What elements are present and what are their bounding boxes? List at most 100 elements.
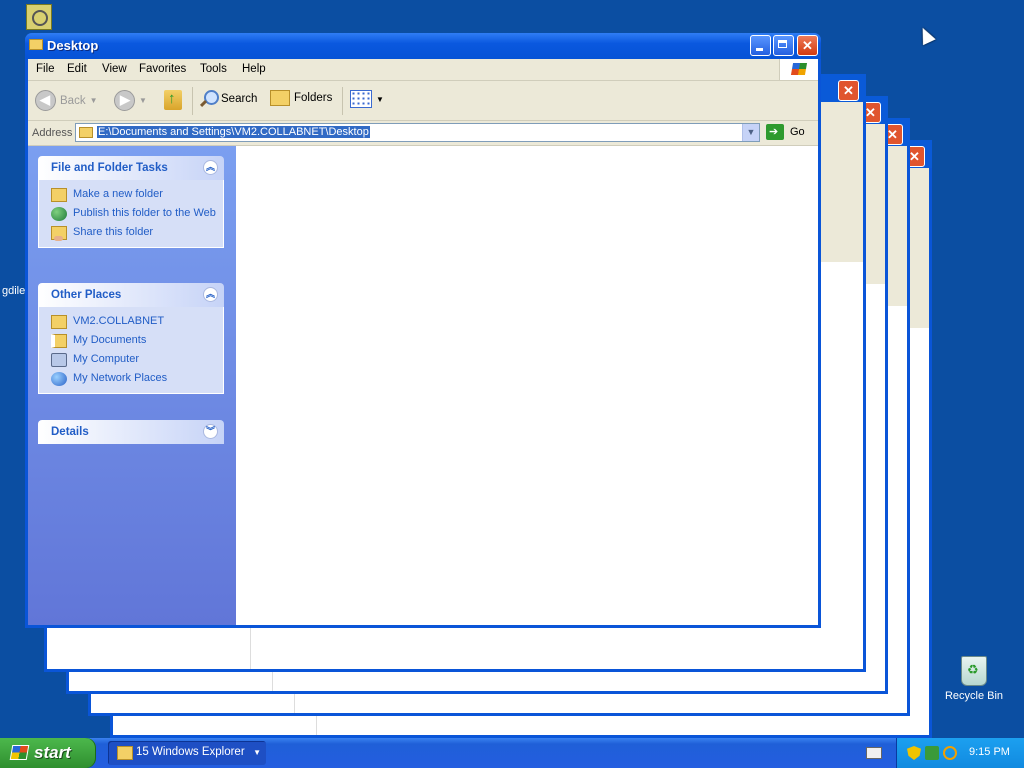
network-places-icon — [51, 372, 67, 386]
views-icon — [350, 90, 372, 108]
go-arrow-icon — [766, 124, 784, 140]
title-bar[interactable]: Desktop ✕ — [25, 33, 821, 59]
task-share-folder[interactable]: Share this folder — [39, 224, 223, 243]
views-button[interactable]: ▼ — [350, 90, 384, 108]
task-pane: File and Folder Tasks ︽ Make a new folde… — [28, 146, 236, 625]
window-title: Desktop — [47, 38, 99, 53]
start-button[interactable]: start — [0, 738, 96, 768]
task-publish-to-web[interactable]: Publish this folder to the Web — [39, 205, 223, 224]
task-label: Share this folder — [73, 226, 154, 238]
chevron-down-icon: ▼ — [376, 94, 384, 104]
menu-tools[interactable]: Tools — [200, 63, 227, 75]
publish-web-icon — [51, 207, 67, 221]
recycle-bin-icon — [961, 656, 987, 686]
chevron-down-icon[interactable]: ▼ — [742, 124, 759, 141]
other-places-title: Other Places — [51, 289, 122, 301]
place-label: My Computer — [73, 353, 140, 365]
close-icon[interactable]: ✕ — [838, 80, 859, 101]
desktop-icon-label-fragment[interactable]: gdile — [2, 285, 25, 297]
details-title: Details — [51, 426, 89, 438]
folder-icon — [51, 315, 67, 329]
menu-file[interactable]: File — [36, 63, 55, 75]
chevron-down-icon: ▼ — [253, 748, 261, 757]
folders-icon — [270, 90, 290, 106]
other-places-header[interactable]: Other Places ︽ — [38, 283, 224, 307]
windows-logo-icon — [779, 59, 818, 80]
menu-edit[interactable]: Edit — [67, 63, 87, 75]
taskbar: start 15 Windows Explorer ▼ 9:15 PM — [0, 738, 1024, 768]
up-folder-button[interactable] — [164, 90, 182, 110]
file-and-folder-tasks-title: File and Folder Tasks — [51, 162, 168, 174]
file-and-folder-tasks-header[interactable]: File and Folder Tasks ︽ — [38, 156, 224, 180]
start-label: start — [34, 743, 71, 762]
menu-favorites[interactable]: Favorites — [139, 63, 186, 75]
keyboard-icon[interactable] — [866, 747, 882, 759]
new-folder-icon — [51, 188, 67, 202]
forward-button[interactable]: ▼ — [114, 90, 147, 111]
window-client-area: File Edit View Favorites Tools Help Back… — [28, 59, 818, 625]
go-label: Go — [790, 126, 805, 138]
go-button[interactable]: Go — [766, 124, 805, 140]
address-label: Address — [32, 127, 73, 139]
up-folder-icon — [164, 90, 182, 110]
recycle-bin-label: Recycle Bin — [944, 690, 1004, 702]
share-folder-icon — [51, 226, 67, 241]
menu-help[interactable]: Help — [242, 63, 266, 75]
mouse-cursor-icon — [916, 24, 936, 46]
task-label: Make a new folder — [73, 188, 163, 200]
my-documents-icon — [51, 334, 67, 348]
chevron-down-icon[interactable]: ▼ — [139, 96, 147, 105]
back-label: Back — [60, 94, 86, 107]
place-my-documents[interactable]: My Documents — [39, 332, 223, 351]
collapse-icon[interactable]: ︽ — [203, 160, 218, 175]
collapse-icon[interactable]: ︽ — [203, 287, 218, 302]
taskbar-group-windows-explorer[interactable]: 15 Windows Explorer ▼ — [108, 741, 266, 765]
file-list-area[interactable] — [236, 146, 818, 625]
expand-icon[interactable]: ︾ — [203, 424, 218, 439]
clock[interactable]: 9:15 PM — [969, 746, 1010, 758]
system-tray: 9:15 PM — [896, 738, 1024, 768]
folder-icon — [29, 39, 43, 50]
place-my-computer[interactable]: My Computer — [39, 351, 223, 370]
place-label: My Documents — [73, 334, 147, 346]
details-header[interactable]: Details ︾ — [38, 420, 224, 444]
folders-button[interactable]: Folders — [270, 90, 332, 106]
menu-view[interactable]: View — [102, 63, 127, 75]
place-label: VM2.COLLABNET — [73, 315, 165, 327]
search-label: Search — [221, 93, 258, 105]
menu-bar: File Edit View Favorites Tools Help — [28, 59, 818, 81]
minimize-button[interactable] — [750, 35, 771, 56]
folder-icon — [79, 127, 93, 138]
toolbar-separator — [192, 87, 193, 115]
other-places-box: Other Places ︽ VM2.COLLABNET My Document… — [38, 283, 224, 394]
taskbar-group-label: 15 Windows Explorer — [136, 746, 245, 758]
search-icon — [199, 90, 219, 108]
back-arrow-icon — [35, 90, 56, 111]
address-value[interactable]: E:\Documents and Settings\VM2.COLLABNET\… — [97, 126, 370, 138]
toolbar-separator — [342, 87, 343, 115]
standard-toolbar: Back ▼ ▼ Search Folders ▼ — [28, 81, 818, 121]
folder-icon — [117, 746, 133, 760]
my-computer-icon — [51, 353, 67, 367]
task-make-new-folder[interactable]: Make a new folder — [39, 186, 223, 205]
desktop-shortcut-icon[interactable] — [26, 4, 52, 30]
address-bar: Address E:\Documents and Settings\VM2.CO… — [28, 121, 818, 146]
recycle-bin[interactable]: Recycle Bin — [944, 656, 1004, 702]
chevron-down-icon[interactable]: ▼ — [90, 96, 98, 105]
close-button[interactable]: ✕ — [797, 35, 818, 56]
maximize-button[interactable] — [773, 35, 794, 56]
back-button[interactable]: Back ▼ — [35, 90, 98, 111]
security-shield-icon[interactable] — [907, 746, 921, 760]
address-input[interactable]: E:\Documents and Settings\VM2.COLLABNET\… — [75, 123, 760, 142]
explorer-window: Desktop ✕ File Edit View Favorites Tools… — [25, 33, 821, 628]
details-box: Details ︾ — [38, 420, 224, 444]
place-vm2-collabnet[interactable]: VM2.COLLABNET — [39, 313, 223, 332]
search-tray-icon[interactable] — [943, 746, 957, 760]
folders-label: Folders — [294, 92, 333, 104]
place-my-network-places[interactable]: My Network Places — [39, 370, 223, 389]
windows-flag-icon — [9, 745, 30, 760]
place-label: My Network Places — [73, 372, 168, 384]
task-label: Publish this folder to the Web — [73, 207, 216, 219]
search-button[interactable]: Search — [199, 90, 257, 108]
network-icon[interactable] — [925, 746, 939, 760]
